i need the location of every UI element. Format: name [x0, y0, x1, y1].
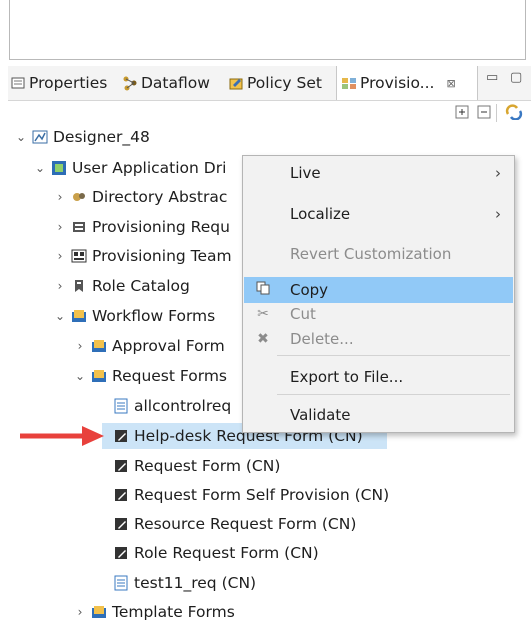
- menu-separator: [277, 394, 510, 395]
- tree-node-label: Role Catalog: [92, 277, 190, 295]
- chevron-right-icon[interactable]: ›: [53, 190, 67, 204]
- chevron-down-icon[interactable]: ⌄: [33, 161, 47, 175]
- tree-node-role-catalog[interactable]: › Role Catalog: [53, 273, 190, 299]
- menu-item-live[interactable]: Live ›: [244, 160, 513, 186]
- tree-node-test11-req[interactable]: test11_req (CN): [113, 570, 256, 596]
- chevron-down-icon[interactable]: ⌄: [73, 369, 87, 383]
- chevron-right-icon[interactable]: ›: [53, 249, 67, 263]
- properties-icon: [10, 75, 26, 91]
- tree-node-label: Provisioning Team: [92, 247, 232, 265]
- tree-node-approval-forms[interactable]: › Approval Form: [73, 333, 225, 359]
- menu-item-localize[interactable]: Localize ›: [244, 201, 513, 227]
- menu-item-copy[interactable]: Copy: [244, 277, 513, 303]
- menu-item-revert-customization[interactable]: Revert Customization: [244, 241, 513, 267]
- menu-item-delete[interactable]: ✖ Delete...: [244, 326, 513, 352]
- tree-node-workflow-forms[interactable]: ⌄ Workflow Forms: [53, 303, 215, 329]
- forms-folder-icon: [91, 368, 107, 384]
- tree-node-self-provision-form[interactable]: Request Form Self Provision (CN): [113, 482, 389, 508]
- maximize-icon[interactable]: ▢: [510, 70, 522, 85]
- delete-icon: ✖: [257, 331, 269, 347]
- tree-node-label: User Application Dri: [72, 159, 227, 177]
- copy-icon: [254, 281, 272, 299]
- red-arrow-pointer: [20, 426, 104, 446]
- tree-node-label: Request Forms: [112, 367, 228, 385]
- tree-node-provisioning-team[interactable]: › Provisioning Team: [53, 243, 232, 269]
- chevron-right-icon: ›: [495, 164, 501, 182]
- chevron-right-icon[interactable]: ›: [53, 220, 67, 234]
- tree-node-label: Designer_48: [53, 128, 150, 146]
- chevron-right-icon[interactable]: ›: [53, 279, 67, 293]
- tree-node-label: Role Request Form (CN): [134, 544, 319, 562]
- minimize-icon[interactable]: ▭: [486, 70, 498, 85]
- forms-folder-icon: [91, 338, 107, 354]
- view-tab-bar: Properties Dataflow Policy Set Provisio.…: [8, 66, 531, 101]
- scissors-icon: ✂: [257, 306, 269, 322]
- tree-node-directory-abstraction[interactable]: › Directory Abstrac: [53, 184, 228, 210]
- tab-dataflow-label: Dataflow: [141, 74, 210, 92]
- designer-project-icon: [32, 129, 48, 145]
- form-edit-icon: [113, 545, 129, 561]
- dataflow-icon: [122, 75, 138, 91]
- provisioning-team-icon: [71, 248, 87, 264]
- collapse-all-icon[interactable]: [476, 104, 492, 124]
- form-edit-icon: [113, 516, 129, 532]
- tree-node-label: Workflow Forms: [92, 307, 216, 325]
- form-edit-icon: [113, 458, 129, 474]
- tree-node-request-forms[interactable]: ⌄ Request Forms: [73, 363, 227, 389]
- editor-panel: [9, 0, 526, 60]
- role-catalog-icon: [71, 278, 87, 294]
- form-edit-icon: [113, 428, 129, 444]
- menu-item-validate[interactable]: Validate: [244, 402, 513, 428]
- context-menu: Live › Localize › Revert Customization C…: [242, 155, 515, 433]
- chevron-right-icon: ›: [495, 205, 501, 223]
- forms-folder-icon: [91, 604, 107, 620]
- tree-node-user-application-driver[interactable]: ⌄ User Application Dri: [33, 155, 226, 181]
- tree-node-label: Template Forms: [112, 603, 235, 621]
- tab-provisioning[interactable]: Provisio... ⊠: [336, 66, 478, 100]
- tree-node-designer[interactable]: ⌄ Designer_48: [14, 124, 150, 150]
- expand-all-icon[interactable]: [454, 104, 470, 124]
- chevron-right-icon[interactable]: ›: [73, 605, 87, 619]
- chevron-right-icon[interactable]: ›: [73, 339, 87, 353]
- driver-icon: [51, 160, 67, 176]
- policy-set-icon: [228, 75, 244, 91]
- tree-node-allcontrolreq[interactable]: allcontrolreq: [113, 393, 231, 419]
- provisioning-icon: [341, 75, 357, 91]
- toolbar-separator: [496, 104, 497, 122]
- tab-policy-set-label: Policy Set: [247, 74, 322, 92]
- tree-node-label: allcontrolreq: [134, 397, 232, 415]
- menu-item-export-to-file[interactable]: Export to File...: [244, 364, 513, 390]
- tab-close-icon[interactable]: ⊠: [446, 77, 455, 90]
- tab-policy-set[interactable]: Policy Set: [228, 66, 322, 100]
- tree-node-request-form[interactable]: Request Form (CN): [113, 453, 280, 479]
- tree-node-role-request-form[interactable]: Role Request Form (CN): [113, 540, 319, 566]
- provisioning-request-icon: [71, 219, 87, 235]
- tree-node-label: Directory Abstrac: [92, 188, 228, 206]
- chevron-down-icon[interactable]: ⌄: [53, 309, 67, 323]
- link-with-editor-icon[interactable]: [505, 104, 523, 124]
- directory-abstraction-icon: [71, 189, 87, 205]
- tree-node-label: Provisioning Requ: [92, 218, 230, 236]
- forms-folder-icon: [71, 308, 87, 324]
- chevron-down-icon[interactable]: ⌄: [14, 130, 28, 144]
- tree-node-resource-request-form[interactable]: Resource Request Form (CN): [113, 511, 356, 537]
- tab-properties-label: Properties: [29, 74, 108, 92]
- tab-properties[interactable]: Properties: [10, 66, 107, 100]
- tree-node-label: Approval Form: [112, 337, 225, 355]
- tab-dataflow[interactable]: Dataflow: [122, 66, 210, 100]
- menu-item-cut[interactable]: ✂ Cut: [244, 301, 513, 327]
- form-edit-icon: [113, 487, 129, 503]
- tree-node-template-forms[interactable]: › Template Forms: [73, 599, 235, 625]
- tree-node-label: Resource Request Form (CN): [134, 515, 357, 533]
- tab-provisioning-label: Provisio...: [360, 74, 435, 92]
- tree-node-label: test11_req (CN): [134, 574, 257, 592]
- tree-node-label: Request Form Self Provision (CN): [134, 486, 390, 504]
- tree-node-provisioning-requests[interactable]: › Provisioning Requ: [53, 214, 230, 240]
- tree-node-label: Request Form (CN): [134, 457, 281, 475]
- menu-separator: [277, 355, 510, 356]
- form-file-icon: [113, 398, 129, 414]
- form-file-icon: [113, 575, 129, 591]
